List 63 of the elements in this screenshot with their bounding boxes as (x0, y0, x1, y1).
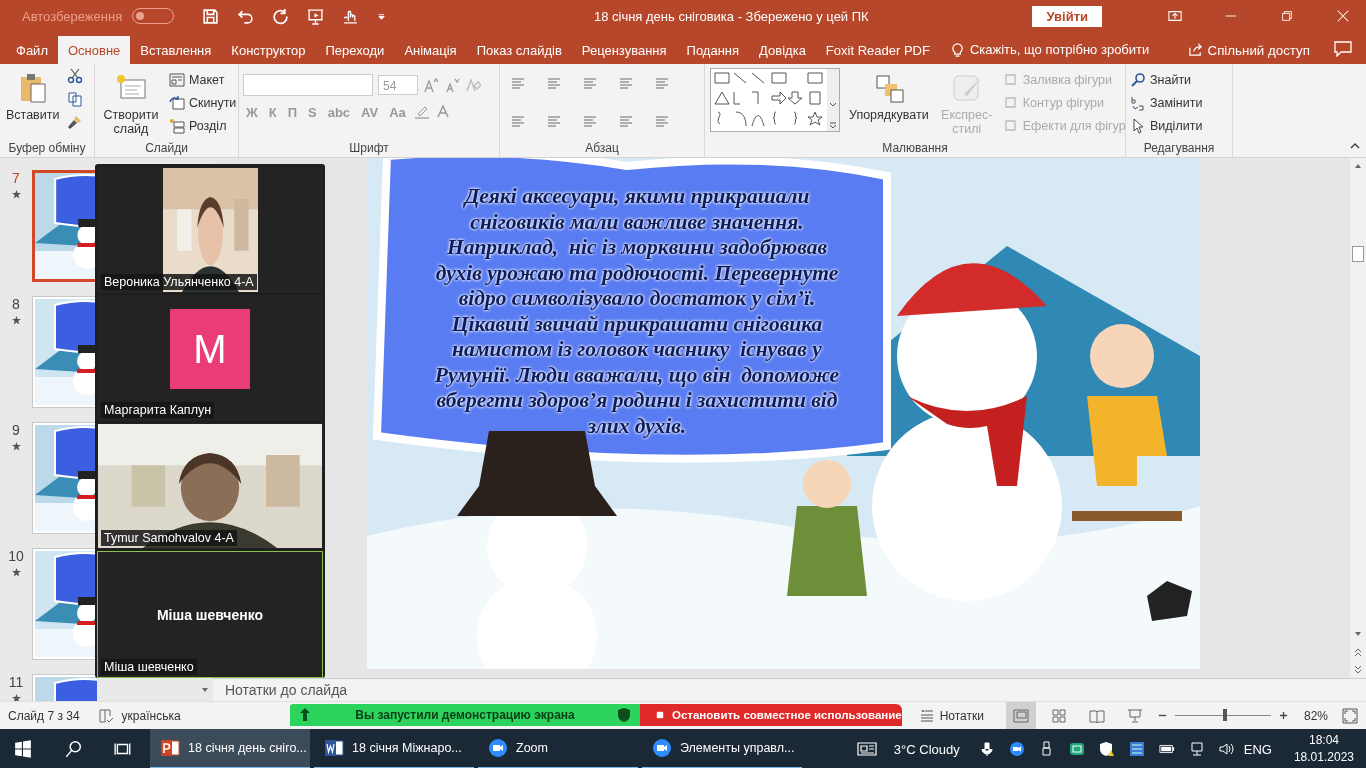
share-button[interactable]: Спільний доступ (1207, 36, 1310, 64)
zoom-level[interactable]: 82% (1303, 708, 1328, 723)
new-slide-button[interactable]: Створити слайд (99, 68, 163, 138)
group-label: Шрифт (348, 141, 390, 157)
group-label: Абзац (584, 141, 620, 157)
layout-button[interactable]: Макет (169, 71, 237, 89)
video-tile[interactable]: Міша шевченко Міша шевченко (97, 551, 323, 678)
participant-name: Міша шевченко (101, 659, 197, 675)
weather-text[interactable]: 3°C Cloudy (893, 741, 960, 757)
sign-in-button[interactable]: Увійти (1032, 5, 1102, 27)
section-button[interactable]: Розділ (169, 117, 237, 135)
slide-text: Деякі аксесуари, якими прикрашали сніговиків мали важливе значення. Наприклад, ніс із морквини задобрював духів урожаю та родючості. Перевернуте відро символізувало достаток у сім’ї. Цікавий звичай прикрашати сніговика намистом із головок часнику існував у Румунії. Люди вважали, що він допоможе вберегти здоров’я родини і захистити від злих духів. (433, 184, 841, 439)
ribbon-tab[interactable]: Файл (6, 36, 58, 64)
group-label: Слайди (144, 141, 189, 157)
notes-button[interactable]: Нотатки (918, 707, 984, 724)
group-label: Редагування (1142, 141, 1216, 157)
video-tile[interactable]: M Маргарита Каплун (97, 295, 323, 421)
ribbon-tab[interactable]: Конструктор (221, 36, 316, 64)
avatar-initial: M (170, 309, 250, 389)
taskbar-app[interactable]: 18 січня Міжнаро... (314, 729, 474, 768)
autosave-label: Автозбереження (22, 8, 123, 24)
language-indicator[interactable]: українська (121, 708, 181, 723)
paste-button[interactable]: Вставити (4, 68, 62, 124)
font-size-field[interactable]: 54 (378, 75, 418, 95)
ribbon-tab[interactable]: Показ слайдів (466, 36, 572, 64)
ribbon-tab[interactable]: Вставлення (130, 36, 222, 64)
arrange-button[interactable]: Упорядкувати (847, 68, 931, 124)
ribbon-tab[interactable]: Анімація (394, 36, 467, 64)
ribbon-tab[interactable]: Подання (676, 36, 750, 64)
window-title: 18 січня день сніговика - Збережено у цей ПК (592, 8, 870, 24)
clock-time[interactable]: 18:04 (1308, 732, 1339, 749)
tell-me-field[interactable]: Скажіть, що потрібно зробити (969, 36, 1150, 64)
taskbar-app[interactable]: 18 січня день сніго... (150, 729, 310, 768)
participant-name: Tymur Samohvalov 4-A (101, 530, 237, 546)
clock-date[interactable]: 18.01.2023 (1293, 749, 1354, 766)
ribbon-tab[interactable]: Переходи (315, 36, 395, 64)
find-button[interactable]: Знайти (1130, 71, 1203, 89)
participant-name: Маргарита Каплун (101, 402, 215, 418)
select-button[interactable]: Виділити (1130, 117, 1203, 135)
ribbon-tab[interactable]: Foxit Reader PDF (815, 36, 940, 64)
slide-number: 11 (8, 674, 24, 690)
notes-field[interactable]: Нотатки до слайда (225, 682, 348, 698)
taskbar-app[interactable]: Zoom (478, 729, 638, 768)
slide-number: 10 (8, 548, 24, 564)
slide-number: 9 (12, 422, 20, 438)
ribbon-tab[interactable]: Рецензування (571, 36, 677, 64)
participant-name: Вероника Ульянченко 4-А (101, 274, 257, 290)
reset-button[interactable]: Скинути (169, 94, 237, 112)
video-tile[interactable]: Tymur Samohvalov 4-A (97, 423, 323, 549)
participant-display-name: Міша шевченко (156, 606, 264, 623)
input-language[interactable]: ENG (1243, 741, 1272, 757)
slide-number: 8 (12, 296, 20, 312)
taskbar-app[interactable]: Элементы управл... (642, 729, 802, 768)
slide-number: 7 (12, 170, 20, 186)
ribbon-tab[interactable]: Довідка (749, 36, 816, 64)
stop-share-button[interactable]: Остановить совместное использование (640, 704, 902, 726)
group-label: Малювання (881, 141, 949, 157)
group-label: Буфер обміну (7, 141, 87, 157)
share-status-message: Вы запустили демонстрацию экрана (354, 708, 576, 722)
ribbon-tab[interactable]: Основне (57, 36, 131, 64)
slide-counter: Слайд 7 з 34 (8, 708, 80, 723)
video-tile[interactable]: Вероника Ульянченко 4-А (97, 167, 323, 293)
replace-button[interactable]: Замінити (1130, 94, 1203, 112)
